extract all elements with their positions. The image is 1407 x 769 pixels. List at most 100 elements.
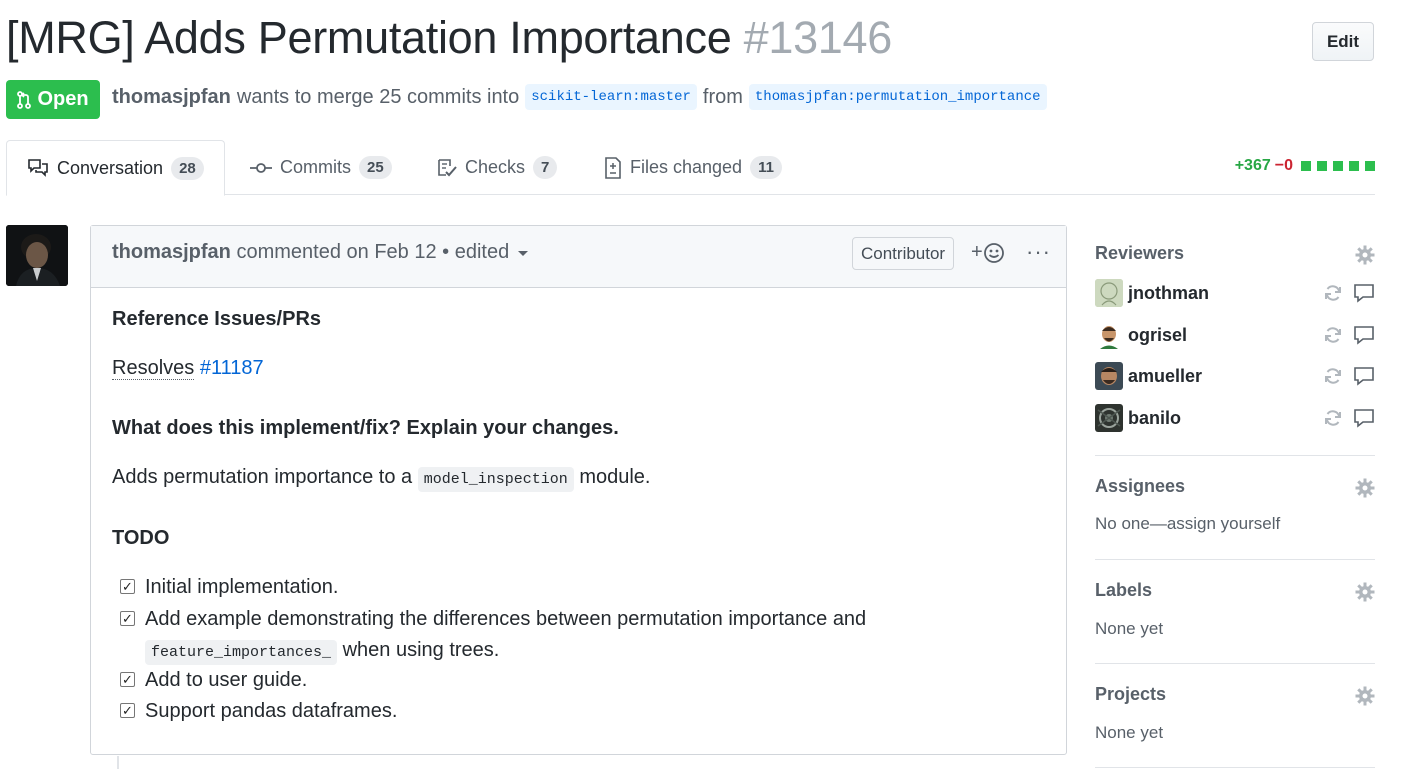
sidebar-projects: Projects — [1095, 684, 1375, 706]
avatar[interactable] — [6, 225, 68, 286]
comment-byline: thomasjpfan commented on Feb 12 • edited — [112, 241, 529, 264]
task-checkbox[interactable]: ✓ — [120, 672, 135, 687]
diffstat-block — [1365, 161, 1375, 171]
tab-files-changed[interactable]: Files changed 11 — [584, 140, 802, 195]
pr-description-comment: thomasjpfan commented on Feb 12 • edited… — [90, 225, 1067, 755]
pr-author-link[interactable]: thomasjpfan — [112, 86, 231, 109]
comment-header: thomasjpfan commented on Feb 12 • edited… — [91, 226, 1066, 288]
tab-label: Conversation — [57, 157, 164, 178]
contributor-badge: Contributor — [852, 237, 955, 270]
issue-link[interactable]: #11187 — [200, 357, 264, 379]
reviewer-item[interactable]: ogrisel — [1095, 321, 1375, 349]
tab-counter: 7 — [533, 156, 558, 179]
heading-reference: Reference Issues/PRs — [112, 308, 322, 330]
assignees-value[interactable]: No one—assign yourself — [1095, 514, 1280, 534]
task-item: ✓ Support pandas dataframes. — [120, 700, 397, 723]
checklist-icon — [438, 158, 457, 176]
reviewer-item[interactable]: amueller — [1095, 362, 1375, 390]
reviewer-name: banilo — [1128, 407, 1181, 428]
task-item: ✓ Add to user guide. — [120, 669, 307, 692]
tab-counter: 28 — [171, 156, 204, 180]
gear-icon[interactable] — [1355, 245, 1375, 265]
description-paragraph: Adds permutation importance to a model_i… — [112, 466, 651, 492]
comment-author-link[interactable]: thomasjpfan — [112, 241, 231, 263]
pr-meta-text: wants to merge 25 commits into — [236, 85, 520, 108]
task-text: Support pandas dataframes. — [145, 700, 398, 722]
comment-action[interactable]: commented on Feb 12 • edited — [236, 241, 509, 263]
caret-down-icon[interactable] — [517, 250, 529, 258]
reviewer-actions — [1323, 325, 1375, 345]
sync-icon[interactable] — [1323, 366, 1343, 386]
diffstat-block — [1317, 161, 1327, 171]
tab-label: Files changed — [630, 157, 743, 177]
pr-title: [MRG] Adds Permutation Importance #13146 — [6, 12, 892, 64]
para-text: module. — [579, 466, 651, 488]
reviewer-actions — [1323, 408, 1375, 428]
sidebar-divider — [1095, 767, 1375, 768]
resolves-line: Resolves #11187 — [112, 357, 264, 380]
inline-code: model_inspection — [417, 467, 574, 492]
git-pull-request-icon — [17, 90, 32, 109]
edit-button[interactable]: Edit — [1312, 22, 1374, 61]
reviewer-name: ogrisel — [1128, 324, 1188, 345]
sidebar-divider — [1095, 455, 1375, 456]
labels-title[interactable]: Labels — [1095, 580, 1375, 601]
task-text: Add example demonstrating the difference… — [145, 608, 867, 630]
pr-number: #13146 — [743, 12, 893, 63]
gear-icon[interactable] — [1355, 582, 1375, 602]
sync-icon[interactable] — [1323, 408, 1343, 428]
reviewer-name: jnothman — [1128, 282, 1209, 303]
avatar — [1095, 279, 1123, 307]
task-checkbox[interactable]: ✓ — [120, 611, 135, 626]
diffstat: +367 −0 — [1235, 157, 1375, 175]
pr-title-text: [MRG] Adds Permutation Importance — [6, 12, 732, 63]
sidebar-assignees: Assignees — [1095, 476, 1375, 498]
reviewer-actions — [1323, 283, 1375, 303]
task-checkbox[interactable]: ✓ — [120, 579, 135, 594]
sync-icon[interactable] — [1323, 283, 1343, 303]
kebab-horizontal-icon[interactable]: ··· — [1026, 239, 1051, 265]
inline-code: feature_importances_ — [145, 640, 338, 665]
file-diff-icon — [605, 156, 621, 179]
tab-checks[interactable]: Checks 7 — [417, 140, 577, 195]
state-badge: Open — [6, 80, 100, 119]
sync-icon[interactable] — [1323, 325, 1343, 345]
tab-label: Checks — [465, 157, 526, 177]
tab-commits[interactable]: Commits 25 — [230, 140, 412, 195]
assignees-title[interactable]: Assignees — [1095, 476, 1375, 497]
gear-icon[interactable] — [1355, 478, 1375, 498]
avatar-image — [6, 225, 68, 286]
projects-value: None yet — [1095, 723, 1164, 742]
task-checkbox[interactable]: ✓ — [120, 703, 135, 718]
tab-conversation[interactable]: Conversation 28 — [6, 140, 225, 196]
base-branch[interactable]: scikit-learn:master — [525, 84, 697, 110]
head-branch[interactable]: thomasjpfan:permutation_importance — [748, 84, 1047, 110]
pr-meta: thomasjpfan wants to merge 25 commits in… — [112, 84, 1053, 110]
reviewer-actions — [1323, 366, 1375, 386]
comment-icon[interactable] — [1353, 325, 1375, 345]
comment-icon[interactable] — [1353, 408, 1375, 428]
diffstat-block — [1301, 161, 1311, 171]
sidebar-labels: Labels — [1095, 580, 1375, 602]
projects-title[interactable]: Projects — [1095, 684, 1375, 705]
tab-counter: 25 — [359, 156, 392, 179]
task-item: ✓ Initial implementation. — [120, 576, 338, 599]
diffstat-block — [1333, 161, 1343, 171]
para-text: Adds permutation importance to a — [112, 466, 413, 488]
task-item: ✓ Add example demonstrating the differen… — [120, 608, 867, 665]
comment-icon[interactable] — [1353, 366, 1375, 386]
heading-implement: What does this implement/fix? Explain yo… — [112, 417, 619, 439]
task-text-after: when using trees. — [342, 639, 500, 661]
diffstat-block — [1349, 161, 1359, 171]
reviewer-item[interactable]: banilo — [1095, 404, 1375, 432]
gear-icon[interactable] — [1355, 686, 1375, 706]
comment-icon[interactable] — [1353, 283, 1375, 303]
add-reaction-button[interactable]: + — [971, 241, 1005, 264]
state-label: Open — [37, 88, 89, 110]
sidebar-reviewers: Reviewers — [1095, 243, 1375, 265]
reviewer-name: amueller — [1128, 365, 1203, 386]
pr-meta-from: from — [702, 85, 743, 108]
reviewers-title[interactable]: Reviewers — [1095, 243, 1375, 264]
reviewer-item[interactable]: jnothman — [1095, 279, 1375, 307]
labels-value: None yet — [1095, 619, 1164, 638]
